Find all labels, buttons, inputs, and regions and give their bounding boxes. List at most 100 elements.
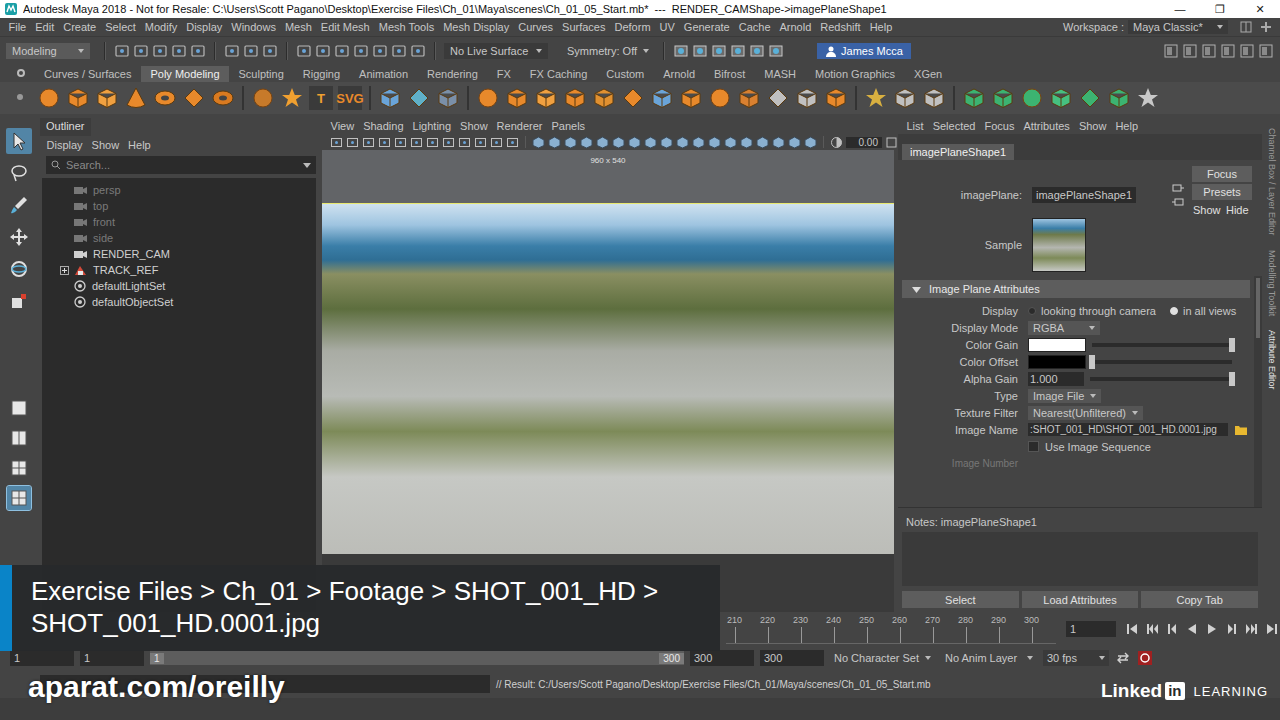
viewport-canvas[interactable]: 960 x 540: [322, 150, 894, 612]
shelf-tool-icon[interactable]: [679, 86, 703, 110]
layout-button[interactable]: [7, 456, 31, 480]
notes-field[interactable]: [902, 532, 1258, 586]
viewport-tool-icon[interactable]: [756, 136, 769, 149]
shelf-tool-icon[interactable]: [922, 86, 946, 110]
shelf-tab[interactable]: Animation: [350, 66, 417, 82]
menu-item[interactable]: Create: [59, 21, 101, 33]
shelf-tool-icon[interactable]: [153, 86, 177, 110]
shelf-tab[interactable]: Arnold: [654, 66, 704, 82]
playback-button-icon[interactable]: [1164, 621, 1180, 637]
input-connection-icon[interactable]: [1172, 182, 1184, 194]
shelf-tool-icon[interactable]: [563, 86, 587, 110]
shelf-tool-icon[interactable]: [737, 86, 761, 110]
shelf-tool-button[interactable]: SVG: [338, 86, 362, 110]
workspace-layout-icon[interactable]: [1239, 20, 1253, 34]
shelf-tab[interactable]: Rigging: [294, 66, 349, 82]
status-tool-icon[interactable]: [372, 43, 388, 59]
viewport-tool-icon[interactable]: [474, 136, 487, 149]
status-tool-icon[interactable]: [315, 43, 331, 59]
workspace-dropdown[interactable]: Maya Classic*: [1128, 20, 1228, 34]
shelf-tab[interactable]: FX Caching: [521, 66, 596, 82]
time-ruler[interactable]: 210220230240250260270280290300: [726, 615, 1056, 644]
shelf-tool-icon[interactable]: [436, 86, 460, 110]
file-path-field[interactable]: :SHOT_001_HD\SHOT_001_HD.0001.jpg: [1028, 423, 1228, 436]
playback-button-icon[interactable]: [1204, 621, 1220, 637]
tool-button[interactable]: [6, 192, 32, 218]
slider-handle[interactable]: [1089, 355, 1095, 369]
viewport-tool-icon[interactable]: [548, 136, 561, 149]
status-tool-icon[interactable]: [224, 43, 240, 59]
search-options-arrow[interactable]: [303, 163, 311, 168]
checkbox[interactable]: [1028, 441, 1039, 452]
playback-button-icon[interactable]: [1224, 621, 1240, 637]
number-field[interactable]: 1.000: [1028, 372, 1084, 386]
shelf-tool-icon[interactable]: [407, 86, 431, 110]
viewport-tool-icon[interactable]: [612, 136, 625, 149]
slider-track[interactable]: [1092, 360, 1232, 364]
shelf-tab[interactable]: Bifrost: [705, 66, 754, 82]
color-swatch[interactable]: [1028, 338, 1086, 352]
viewport-tool-icon[interactable]: [378, 136, 391, 149]
panel-toggle-icon[interactable]: [1258, 43, 1274, 59]
loop-icon[interactable]: [1115, 650, 1131, 666]
status-tool-icon[interactable]: [296, 43, 312, 59]
slider-handle[interactable]: [1229, 338, 1235, 352]
outliner-item[interactable]: defaultObjectSet: [42, 294, 316, 310]
shelf-tool-icon[interactable]: [708, 86, 732, 110]
status-tool-icon[interactable]: [391, 43, 407, 59]
shelf-tab[interactable]: XGen: [905, 66, 951, 82]
viewport-tool-icon[interactable]: [628, 136, 641, 149]
playback-end-field[interactable]: 300: [690, 650, 754, 666]
layout-button[interactable]: [7, 486, 31, 510]
shelf-tool-icon[interactable]: [1136, 86, 1160, 110]
viewport-tool-icon[interactable]: [564, 136, 577, 149]
menu-item[interactable]: Arnold: [775, 21, 816, 33]
shelf-tool-icon[interactable]: [124, 86, 148, 110]
playback-button-icon[interactable]: [1184, 621, 1200, 637]
tool-button[interactable]: [6, 288, 32, 314]
render-tool-icon[interactable]: [768, 43, 784, 59]
menu-item[interactable]: Mesh Display: [439, 21, 514, 33]
color-swatch[interactable]: [1028, 355, 1086, 369]
scrollbar[interactable]: [1254, 276, 1262, 507]
output-connection-icon[interactable]: [1172, 196, 1184, 208]
menu-item[interactable]: Windows: [227, 21, 281, 33]
viewport-tool-icon[interactable]: [532, 136, 545, 149]
section-header[interactable]: Image Plane Attributes: [902, 280, 1250, 298]
current-frame-field[interactable]: 1: [1066, 621, 1116, 637]
viewport-menu-item[interactable]: Lighting: [408, 120, 456, 132]
shelf-tool-icon[interactable]: [1078, 86, 1102, 110]
viewport-tool-icon[interactable]: [596, 136, 609, 149]
menu-item[interactable]: Display: [182, 21, 227, 33]
outliner-search[interactable]: Search...: [46, 156, 316, 174]
viewport-menu-item[interactable]: Shading: [359, 120, 408, 132]
menu-item[interactable]: Mesh: [280, 21, 316, 33]
shelf-tool-icon[interactable]: [621, 86, 645, 110]
window-control-button[interactable]: —: [1160, 0, 1200, 18]
menu-item[interactable]: Deform: [610, 21, 655, 33]
outliner-item[interactable]: persp: [42, 182, 316, 198]
shelf-tool-icon[interactable]: [211, 86, 235, 110]
panel-toggle-icon[interactable]: [1239, 43, 1255, 59]
attribute-action-button[interactable]: Load Attributes: [1022, 591, 1139, 608]
viewport-tool-icon[interactable]: [644, 136, 657, 149]
shelf-tool-icon[interactable]: [37, 86, 61, 110]
slider-track[interactable]: [1092, 343, 1232, 347]
shelf-tool-icon[interactable]: [95, 86, 119, 110]
outliner-menu-item[interactable]: Help: [124, 139, 156, 151]
menu-item[interactable]: Mesh Tools: [374, 21, 438, 33]
shelf-tab[interactable]: Custom: [597, 66, 653, 82]
hide-button[interactable]: Hide: [1223, 202, 1253, 218]
status-tool-icon[interactable]: [133, 43, 149, 59]
playback-button-icon[interactable]: [1144, 621, 1160, 637]
end-time-field[interactable]: 300: [760, 650, 824, 666]
shelf-tool-icon[interactable]: [378, 86, 402, 110]
outliner-menu-item[interactable]: Display: [42, 139, 87, 151]
status-tool-icon[interactable]: [262, 43, 278, 59]
shelf-tool-icon[interactable]: [182, 86, 206, 110]
slider-handle[interactable]: [1229, 372, 1235, 386]
viewport-tool-icon[interactable]: [708, 136, 721, 149]
status-tool-icon[interactable]: [410, 43, 426, 59]
viewport-tool-icon[interactable]: [692, 136, 705, 149]
playback-button-icon[interactable]: [1264, 621, 1280, 637]
